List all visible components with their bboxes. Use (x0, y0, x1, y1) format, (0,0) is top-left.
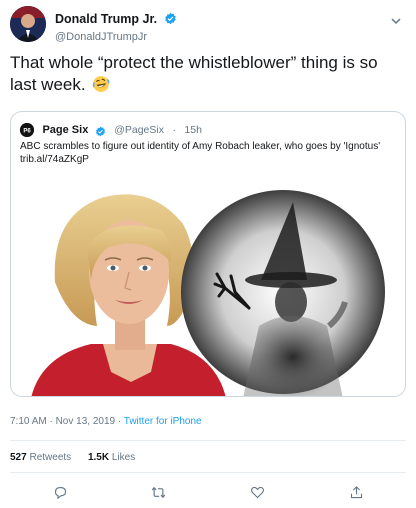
author-handle[interactable]: @DonaldJTrumpJr (55, 31, 177, 43)
divider (10, 440, 406, 441)
author-display-name[interactable]: Donald Trump Jr. (55, 12, 157, 26)
quoted-author-avatar: P6 (20, 122, 34, 137)
quoted-author-handle: @PageSix (114, 123, 164, 136)
quoted-author-name: Page Six (42, 123, 89, 136)
tweet-actions (10, 481, 406, 503)
chevron-down-icon[interactable] (390, 14, 402, 26)
tweet-text: That whole “protect the whistleblower” t… (10, 52, 406, 96)
quoted-tweet-card[interactable]: P6 Page Six @PageSix · 15h ABC scrambles… (10, 111, 406, 397)
quoted-separator: · (172, 123, 176, 136)
svg-text:P6: P6 (23, 128, 31, 134)
tweet-time[interactable]: 7:10 AM · Nov 13, 2019 · (10, 416, 124, 427)
quoted-link: trib.al/74aZKgP (20, 154, 89, 165)
like-icon[interactable] (246, 481, 268, 503)
author-names: Donald Trump Jr. @DonaldJTrumpJr (55, 10, 177, 43)
tweet-source-link[interactable]: Twitter for iPhone (124, 416, 202, 427)
divider (10, 472, 406, 473)
retweets-label: Retweets (29, 452, 72, 463)
tweet-stats: 527 Retweets 1.5K Likes (10, 452, 149, 463)
quoted-tweet-text: ABC scrambles to figure out identity of … (20, 140, 400, 166)
reply-icon[interactable] (49, 481, 71, 503)
likes-label: Likes (111, 452, 136, 463)
quoted-time: 15h (184, 123, 202, 136)
author-avatar[interactable] (10, 6, 46, 42)
quoted-headline: ABC scrambles to figure out identity of … (20, 141, 381, 152)
retweets-count: 527 (10, 452, 27, 463)
retweet-icon[interactable] (147, 481, 169, 503)
tweet-body: That whole “protect the whistleblower” t… (10, 53, 378, 94)
retweets-stat[interactable]: 527 Retweets (10, 452, 71, 463)
quoted-tweet-header: P6 Page Six @PageSix · 15h (20, 121, 202, 137)
verified-badge-icon (95, 124, 106, 137)
rolling-on-floor-laughing-icon (92, 75, 110, 93)
verified-badge-icon (164, 12, 177, 25)
share-icon[interactable] (345, 481, 367, 503)
likes-stat[interactable]: 1.5K Likes (88, 452, 135, 463)
tweet-timestamp: 7:10 AM · Nov 13, 2019 · Twitter for iPh… (10, 416, 202, 427)
likes-count: 1.5K (87, 452, 110, 463)
quoted-tweet-image (11, 176, 405, 396)
tweet-header: Donald Trump Jr. @DonaldJTrumpJr (10, 6, 406, 46)
